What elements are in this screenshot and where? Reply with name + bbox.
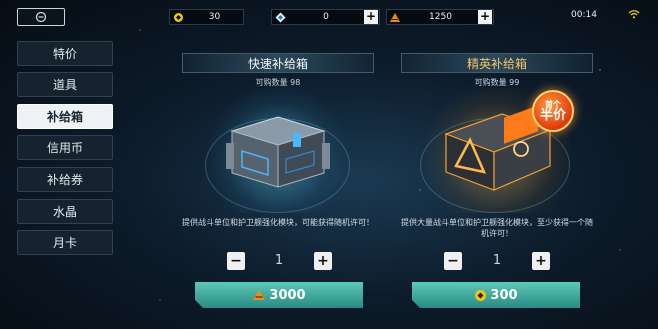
quick-box-quantity: 可购数量 98 bbox=[255, 78, 301, 87]
back-button[interactable] bbox=[17, 8, 65, 26]
elite-box-plus-button[interactable]: + bbox=[532, 252, 550, 270]
credits-value: 30 bbox=[208, 12, 221, 22]
crystal-icon bbox=[272, 10, 288, 24]
elite-box-quantity: 可购数量 99 bbox=[474, 78, 520, 87]
alloy-icon bbox=[252, 289, 266, 301]
sidebar-item-label: 信用币 bbox=[46, 141, 83, 155]
sidebar-item-label: 道具 bbox=[52, 78, 77, 92]
buy-quick-box-button[interactable]: 3000 bbox=[195, 282, 363, 308]
quick-box-title: 快速补给箱 bbox=[182, 53, 374, 73]
quick-box-description: 提供战斗单位和护卫舰强化模块，可能获得随机许可！ bbox=[182, 218, 374, 227]
alloy-icon bbox=[387, 10, 403, 24]
sidebar-item-label: 特价 bbox=[52, 47, 77, 61]
elite-box-title: 精英补给箱 bbox=[401, 53, 593, 73]
half-price-badge: 首个 半价 bbox=[532, 90, 574, 132]
elite-box-description: 提供大量战斗单位和护卫舰强化模块，至少获得一个随机许可！ bbox=[401, 218, 593, 238]
quick-box-price: 3000 bbox=[269, 287, 306, 303]
sidebar-item-label: 水晶 bbox=[52, 205, 77, 219]
sidebar-item-crystal[interactable]: 水晶 bbox=[17, 199, 113, 224]
quick-supply-box-image[interactable] bbox=[222, 103, 334, 195]
add-alloy-button[interactable]: + bbox=[478, 10, 492, 24]
badge-line2: 半价 bbox=[539, 107, 566, 123]
quick-box-count: 1 bbox=[274, 253, 284, 268]
crystal-counter: 0 + bbox=[271, 9, 380, 25]
back-icon bbox=[35, 11, 47, 23]
add-crystal-button[interactable]: + bbox=[364, 10, 378, 24]
alloy-value: 1250 bbox=[429, 12, 452, 22]
elite-box-price: 300 bbox=[490, 287, 518, 303]
credits-icon bbox=[170, 10, 186, 24]
sidebar-item-supply-box[interactable]: 补给箱 bbox=[17, 104, 113, 129]
elite-box-minus-button[interactable]: − bbox=[444, 252, 462, 270]
sidebar-item-monthly-card[interactable]: 月卡 bbox=[17, 230, 113, 255]
sidebar-item-supply-voucher[interactable]: 补给券 bbox=[17, 167, 113, 192]
sidebar-item-credits[interactable]: 信用币 bbox=[17, 135, 113, 160]
sidebar-item-label: 补给箱 bbox=[46, 110, 83, 124]
alloy-counter: 1250 + bbox=[386, 9, 494, 25]
crystal-value: 0 bbox=[323, 12, 329, 22]
sidebar-item-items[interactable]: 道具 bbox=[17, 72, 113, 97]
quick-box-plus-button[interactable]: + bbox=[314, 252, 332, 270]
sidebar-item-label: 补给券 bbox=[46, 173, 83, 187]
sidebar-item-label: 月卡 bbox=[52, 236, 77, 250]
sidebar-item-special[interactable]: 特价 bbox=[17, 41, 113, 66]
credits-counter: 30 bbox=[169, 9, 244, 25]
elite-box-count: 1 bbox=[492, 253, 502, 268]
credits-icon bbox=[474, 289, 487, 302]
buy-elite-box-button[interactable]: 300 bbox=[412, 282, 580, 308]
quick-box-minus-button[interactable]: − bbox=[227, 252, 245, 270]
wifi-icon bbox=[628, 10, 640, 19]
clock: 00:14 bbox=[571, 10, 597, 20]
